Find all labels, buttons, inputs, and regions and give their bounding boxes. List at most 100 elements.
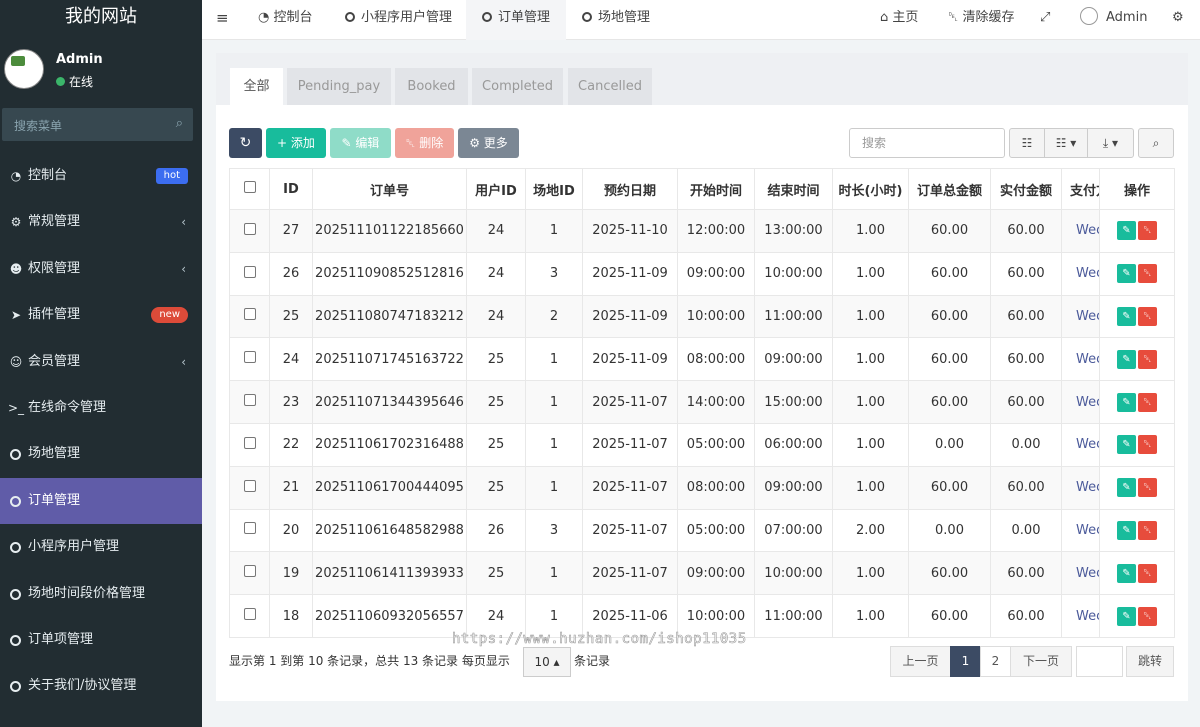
search-button[interactable]: ⌕ (1138, 128, 1174, 158)
tab-dashboard[interactable]: ◔ 控制台 (258, 0, 332, 40)
row-checkbox[interactable] (229, 337, 270, 382)
edit-row-button[interactable]: ✎ (1117, 221, 1136, 241)
edit-row-button[interactable]: ✎ (1117, 264, 1136, 284)
col-header[interactable]: 预约日期 (582, 168, 678, 210)
table-row[interactable]: 26 202511090852512816 24 3 2025-11-09 09:00:0… (229, 251, 1175, 296)
edit-row-button[interactable]: ✎ (1117, 520, 1136, 540)
tab-pending-pay[interactable]: Pending_pay (287, 68, 391, 105)
row-checkbox[interactable] (229, 209, 270, 253)
sidebar-item-about[interactable]: 关于我们/协议管理 (0, 663, 202, 709)
refresh-button[interactable]: ↻ (229, 128, 262, 158)
delete-button[interactable]: ␡ 删除 (395, 128, 454, 158)
sidebar-item-general[interactable]: ⚙ 常规管理 ‹ (0, 199, 202, 245)
delete-row-button[interactable]: ␡ (1138, 563, 1157, 583)
checkbox[interactable] (243, 265, 256, 278)
admin-menu[interactable]: Admin (1080, 0, 1147, 40)
table-row[interactable]: 22 202511061702316488 25 1 2025-11-07 05:00:0… (229, 422, 1175, 467)
edit-row-button[interactable]: ✎ (1117, 392, 1136, 412)
sidebar-item-plugins[interactable]: ➤ 插件管理 new (0, 292, 202, 338)
col-header[interactable]: 结束时间 (754, 168, 833, 210)
tab-miniapp-users[interactable]: 小程序用户管理 (345, 0, 465, 40)
checkbox[interactable] (243, 394, 256, 407)
col-header[interactable]: 支付方式 (1061, 168, 1100, 210)
delete-row-button[interactable]: ␡ (1138, 435, 1157, 455)
checkbox[interactable] (243, 181, 256, 193)
col-header[interactable]: 时长(小时) (832, 168, 909, 210)
edit-row-button[interactable]: ✎ (1117, 563, 1136, 583)
row-checkbox[interactable] (229, 294, 270, 339)
table-row[interactable]: 27 202511101122185660 24 1 2025-11-10 12:00:0… (229, 209, 1175, 253)
row-checkbox[interactable] (229, 422, 270, 467)
checkbox[interactable] (243, 308, 256, 321)
tab-venues[interactable]: 场地管理 (582, 0, 662, 40)
tab-orders[interactable]: 订单管理 (466, 0, 566, 40)
delete-row-button[interactable]: ␡ (1138, 520, 1157, 540)
sidebar-item-slot-prices[interactable]: 场地时间段价格管理 (0, 571, 202, 617)
delete-row-button[interactable]: ␡ (1138, 606, 1157, 626)
sidebar-search[interactable]: 搜索菜单 ⌕ (2, 108, 193, 141)
col-header[interactable]: ID (269, 168, 313, 210)
delete-row-button[interactable]: ␡ (1138, 264, 1157, 284)
sidebar-item-command[interactable]: >_ 在线命令管理 (0, 385, 202, 431)
table-row[interactable]: 24 202511071745163722 25 1 2025-11-09 08:00:0… (229, 337, 1175, 382)
hamburger-icon[interactable]: ≡ (216, 0, 229, 40)
row-checkbox[interactable] (229, 380, 270, 424)
prev-page-button[interactable]: 上一页 (890, 646, 951, 677)
search-icon[interactable]: ⌕ (176, 116, 183, 131)
col-header[interactable]: 实付金额 (990, 168, 1062, 210)
edit-button[interactable]: ✎ 编辑 (330, 128, 391, 158)
checkbox[interactable] (243, 222, 256, 235)
tab-cancelled[interactable]: Cancelled (568, 68, 652, 105)
jump-page-input[interactable] (1076, 646, 1123, 677)
settings-icon[interactable]: ⚙ (1172, 0, 1184, 40)
row-checkbox[interactable] (229, 251, 270, 296)
row-checkbox[interactable] (229, 594, 270, 638)
checkbox[interactable] (243, 479, 256, 492)
toggle-view-button[interactable]: ☷ (1009, 128, 1045, 158)
edit-row-button[interactable]: ✎ (1117, 606, 1136, 626)
jump-button[interactable]: 跳转 (1126, 646, 1174, 677)
table-row[interactable]: 23 202511071344395646 25 1 2025-11-07 14:00:0… (229, 380, 1175, 424)
tab-all[interactable]: 全部 (230, 68, 283, 105)
col-header[interactable]: 场地ID (525, 168, 583, 210)
tab-completed[interactable]: Completed (472, 68, 563, 105)
columns-button[interactable]: ☷ ▾ (1044, 128, 1088, 158)
delete-row-button[interactable]: ␡ (1138, 478, 1157, 498)
edit-row-button[interactable]: ✎ (1117, 478, 1136, 498)
checkbox[interactable] (243, 522, 256, 535)
sidebar-item-order-items[interactable]: 订单项管理 (0, 617, 202, 663)
col-header[interactable]: 订单总金额 (908, 168, 991, 210)
table-row[interactable]: 20 202511061648582988 26 3 2025-11-07 05:00:0… (229, 508, 1175, 553)
row-checkbox[interactable] (229, 551, 270, 596)
page-2-button[interactable]: 2 (980, 646, 1011, 677)
checkbox[interactable] (243, 351, 256, 364)
row-checkbox[interactable] (229, 508, 270, 553)
delete-row-button[interactable]: ␡ (1138, 221, 1157, 241)
col-header[interactable]: 开始时间 (677, 168, 755, 210)
table-row[interactable]: 25 202511080747183212 24 2 2025-11-09 10:00:0… (229, 294, 1175, 339)
select-all-checkbox[interactable] (229, 168, 270, 210)
tab-booked[interactable]: Booked (395, 68, 468, 105)
home-link[interactable]: ⌂ 主页 (880, 0, 918, 40)
checkbox[interactable] (243, 565, 256, 578)
sidebar-item-venues[interactable]: 场地管理 (0, 431, 202, 477)
delete-row-button[interactable]: ␡ (1138, 306, 1157, 326)
edit-row-button[interactable]: ✎ (1117, 435, 1136, 455)
delete-row-button[interactable]: ␡ (1138, 392, 1157, 412)
edit-row-button[interactable]: ✎ (1117, 349, 1136, 369)
sidebar-item-orders[interactable]: 订单管理 (0, 477, 202, 525)
export-button[interactable]: ⤓ ▾ (1087, 128, 1134, 158)
row-checkbox[interactable] (229, 465, 270, 510)
table-search-input[interactable]: 搜索 (849, 128, 1005, 158)
clear-cache-button[interactable]: ␡ 清除缓存 (948, 0, 1015, 40)
sidebar-item-miniapp-users[interactable]: 小程序用户管理 (0, 524, 202, 570)
table-row[interactable]: 21 202511061700444095 25 1 2025-11-07 08:00:0… (229, 465, 1175, 510)
table-row[interactable]: 19 202511061411393933 25 1 2025-11-07 09:00:0… (229, 551, 1175, 596)
col-header[interactable]: 用户ID (466, 168, 526, 210)
add-button[interactable]: + 添加 (266, 128, 326, 158)
sidebar-item-dashboard[interactable]: ◔ 控制台 hot (0, 153, 202, 199)
sidebar-item-members[interactable]: ☺ 会员管理 ‹ (0, 339, 202, 385)
site-title[interactable]: 我的网站 (0, 0, 202, 36)
sidebar-item-permissions[interactable]: ☻ 权限管理 ‹ (0, 246, 202, 292)
checkbox[interactable] (243, 608, 256, 621)
